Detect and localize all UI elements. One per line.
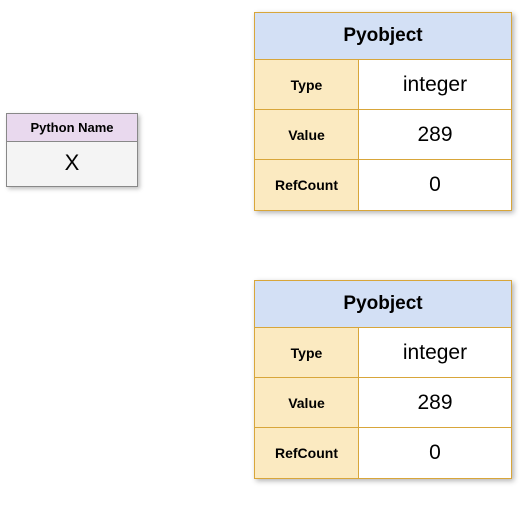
pyobject-row-label: Value xyxy=(255,378,359,427)
pyobject-row-refcount: RefCount 0 xyxy=(255,428,511,478)
pyobject-row-type: Type integer xyxy=(255,328,511,378)
pyobject-row-label: RefCount xyxy=(255,160,359,210)
pyobject-row-value-field: Value 289 xyxy=(255,378,511,428)
pyobject-row-label: Type xyxy=(255,60,359,109)
pyobject-row-value-field: Value 289 xyxy=(255,110,511,160)
python-name-value: X xyxy=(7,142,137,186)
pyobject-row-refcount: RefCount 0 xyxy=(255,160,511,210)
pyobject-box-0: Pyobject Type integer Value 289 RefCount… xyxy=(254,12,512,211)
pyobject-row-value: integer xyxy=(359,328,511,377)
pyobject-row-value: 289 xyxy=(359,110,511,159)
pyobject-row-label: Value xyxy=(255,110,359,159)
pyobject-row-label: Type xyxy=(255,328,359,377)
pyobject-row-value: 0 xyxy=(359,428,511,478)
python-name-box: Python Name X xyxy=(6,113,138,187)
pyobject-row-value: 289 xyxy=(359,378,511,427)
pyobject-row-type: Type integer xyxy=(255,60,511,110)
python-name-header: Python Name xyxy=(7,114,137,142)
pyobject-row-value: 0 xyxy=(359,160,511,210)
pyobject-row-label: RefCount xyxy=(255,428,359,478)
pyobject-title: Pyobject xyxy=(255,281,511,328)
pyobject-row-value: integer xyxy=(359,60,511,109)
pyobject-title: Pyobject xyxy=(255,13,511,60)
pyobject-box-1: Pyobject Type integer Value 289 RefCount… xyxy=(254,280,512,479)
